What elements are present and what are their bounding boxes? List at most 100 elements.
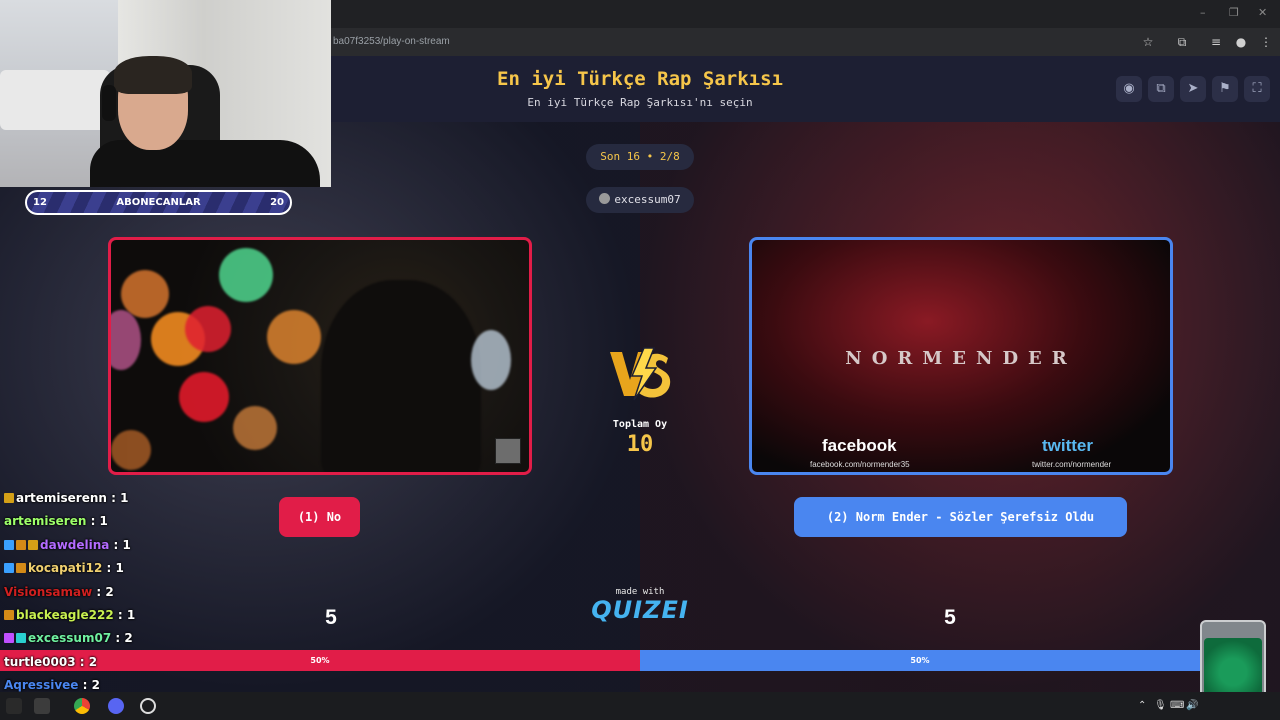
chat-username: artemiserenn: [16, 491, 107, 505]
url-text[interactable]: ba07f3253/play-on-stream: [333, 36, 450, 47]
chat-message: Visionsamaw : 2: [0, 581, 220, 604]
user-avatar: [599, 193, 611, 204]
choice-card-right[interactable]: NORMENDER facebook facebook.com/normende…: [749, 237, 1173, 475]
choice-button-left[interactable]: (1) No: [279, 497, 360, 537]
chat-overlay: artemiserenn : 1 artemiseren : 1 dawdelina…: [0, 487, 220, 720]
normender-logo: NORMENDER: [845, 348, 1077, 369]
chat-separator: :: [75, 654, 89, 669]
user-badge: excessum07: [586, 187, 694, 213]
facebook-label: facebook: [822, 436, 897, 455]
flag-icon[interactable]: ⚑: [1212, 76, 1238, 102]
copy-icon[interactable]: ⧉: [1148, 76, 1174, 102]
chat-count: 1: [120, 491, 129, 505]
versus-icon: [610, 347, 671, 401]
profile-icon[interactable]: ●: [1233, 34, 1249, 50]
eye-icon[interactable]: ◉: [1116, 76, 1142, 102]
choice-card-left[interactable]: [108, 237, 532, 475]
minimize-button[interactable]: –: [1200, 6, 1206, 19]
total-votes-label: Toplam Oy: [612, 419, 668, 430]
chat-badge-icon: [4, 563, 14, 574]
start-icon[interactable]: [6, 698, 22, 714]
chat-username: artemiseren: [4, 514, 87, 529]
obs-icon[interactable]: [140, 698, 156, 714]
choice-button-right[interactable]: (2) Norm Ender - Sözler Şerefsiz Oldu: [794, 497, 1127, 537]
bokeh-light: [471, 330, 511, 390]
chat-badge-icon: [28, 539, 38, 550]
bokeh-light: [179, 372, 229, 422]
chat-separator: :: [113, 607, 127, 622]
silhouette: [321, 280, 481, 472]
sub-goal-label: ABONECANLAR: [116, 197, 201, 208]
round-badge: Son 16 • 2/8: [586, 144, 694, 170]
chat-separator: :: [106, 491, 121, 505]
send-icon[interactable]: ➤: [1180, 76, 1206, 102]
chat-count: 1: [122, 537, 131, 552]
fullscreen-icon[interactable]: ⛶: [1244, 76, 1270, 102]
extensions-icon[interactable]: ⧉: [1174, 34, 1190, 50]
chat-message: excessum07 : 2: [0, 627, 220, 650]
bokeh-light: [219, 248, 273, 302]
vote-bar-right: 50%: [640, 650, 1200, 671]
twitter-label: twitter: [1042, 436, 1093, 455]
volume-icon[interactable]: 🔊: [1186, 700, 1198, 711]
bokeh-light: [267, 310, 321, 364]
score-left: 5: [325, 606, 337, 629]
chat-count: 1: [99, 514, 108, 529]
close-window-button[interactable]: ✕: [1258, 6, 1267, 19]
chat-count: 2: [124, 631, 133, 646]
chat-message: turtle0003 : 2: [0, 651, 220, 674]
chrome-icon[interactable]: [74, 698, 90, 714]
chat-separator: :: [78, 678, 92, 693]
chat-message: dawdelina : 1: [0, 534, 220, 557]
chat-username: excessum07: [28, 631, 112, 646]
score-right: 5: [944, 606, 956, 629]
menu-icon[interactable]: ⋮: [1258, 34, 1274, 50]
chat-count: 1: [115, 561, 124, 576]
bokeh-light: [185, 306, 231, 352]
chat-badge-icon: [4, 493, 14, 503]
chat-username: Visionsamaw: [4, 584, 93, 599]
search-icon[interactable]: [34, 698, 50, 714]
quizei-logo[interactable]: QUIZEI: [590, 596, 690, 624]
bokeh-light: [111, 310, 141, 370]
bed: [0, 70, 110, 130]
discord-icon[interactable]: [108, 698, 124, 714]
microphone-icon[interactable]: 🎙: [1154, 700, 1167, 711]
chat-separator: :: [86, 514, 100, 529]
chat-username: dawdelina: [40, 537, 110, 552]
chevron-up-icon[interactable]: ⌃: [1138, 700, 1146, 711]
subscriber-goal-bar: 12 ABONECANLAR 20: [25, 190, 292, 215]
sub-goal-target: 20: [270, 197, 284, 208]
headset: [102, 85, 116, 121]
chat-badge-icon: [4, 633, 14, 644]
chat-badge-icon: [16, 539, 26, 550]
chat-count: 1: [126, 607, 136, 622]
chat-message: artemiseren : 1: [0, 510, 220, 533]
chat-username: blackeagle222: [16, 607, 114, 622]
streamer-hair: [114, 56, 192, 94]
bokeh-light: [121, 270, 169, 318]
chat-badge-icon: [4, 539, 14, 550]
chat-separator: :: [102, 561, 116, 576]
maximize-button[interactable]: ❐: [1229, 6, 1239, 19]
thumbnail-image: [495, 438, 521, 464]
star-icon[interactable]: ☆: [1140, 34, 1156, 50]
chat-message: kocapati12 : 1: [0, 557, 220, 580]
taskbar: ⌃ 🎙 ⌨ 🔊: [0, 692, 1280, 720]
chat-message: artemiserenn : 1: [0, 487, 220, 510]
chat-separator: :: [92, 584, 106, 599]
network-icon[interactable]: ⌨: [1170, 700, 1184, 711]
streamer-body: [90, 140, 320, 187]
chat-separator: :: [111, 631, 125, 646]
total-votes-value: 10: [626, 432, 654, 457]
chat-message: blackeagle222 : 1: [0, 604, 220, 627]
chat-count: 2: [88, 654, 98, 669]
chat-badge-icon: [16, 633, 26, 644]
twitter-url: twitter.com/normender: [1032, 460, 1112, 469]
media-icon[interactable]: ≡: [1208, 34, 1224, 50]
chat-separator: :: [109, 537, 123, 552]
chat-username: Aqressivee: [4, 678, 79, 693]
chat-badge-icon: [16, 563, 26, 574]
chat-username: kocapati12: [28, 561, 103, 576]
chat-count: 2: [91, 678, 100, 693]
